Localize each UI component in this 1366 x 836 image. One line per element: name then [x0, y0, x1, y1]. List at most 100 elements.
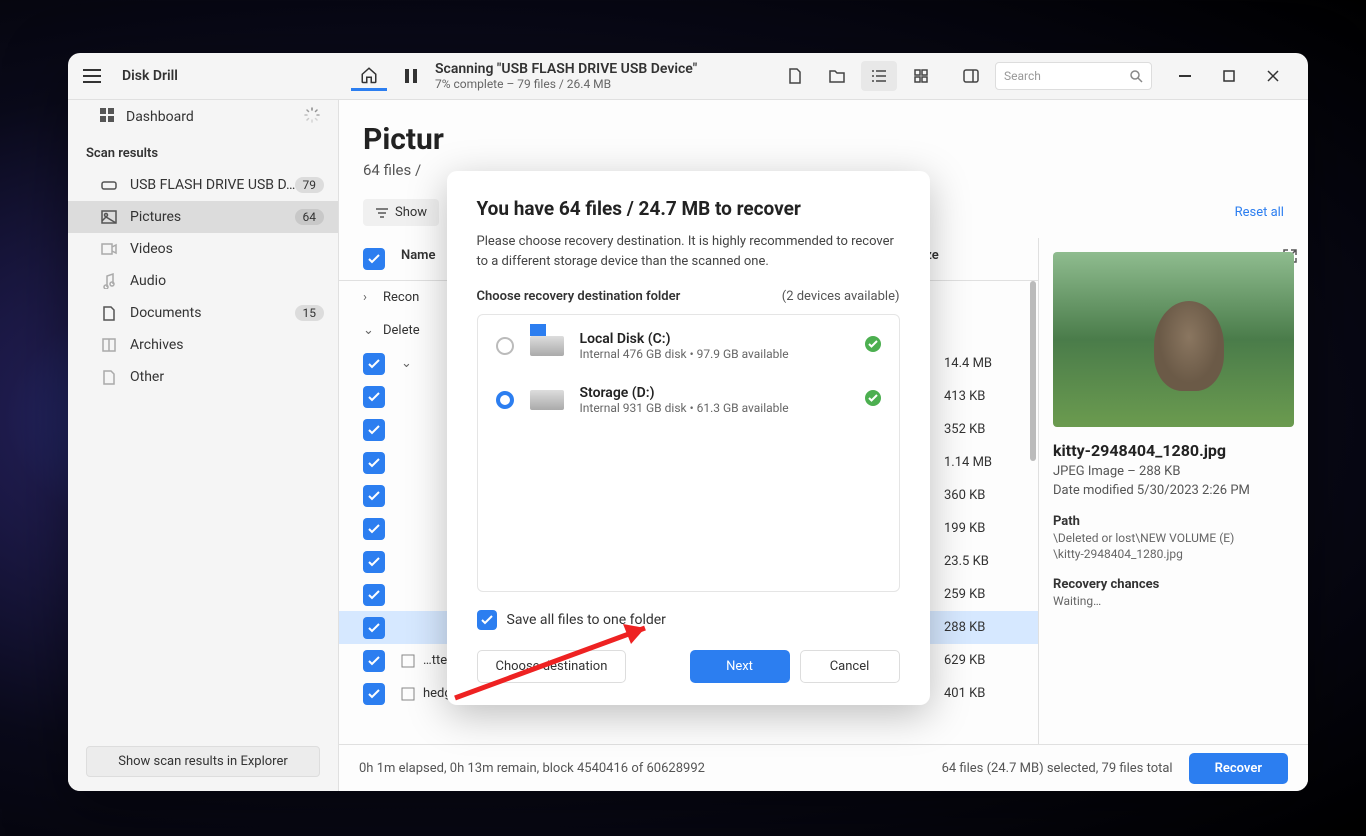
footer-summary: 64 files (24.7 MB) selected, 79 files to…: [942, 761, 1173, 776]
file-icon: [401, 687, 415, 701]
footer-elapsed: 0h 1m elapsed, 0h 13m remain, block 4540…: [359, 761, 705, 776]
dialog-buttons: Choose destination Next Cancel: [477, 650, 900, 683]
window-controls: [1170, 62, 1288, 90]
save-all-checkbox[interactable]: [477, 610, 497, 630]
destination-item[interactable]: Local Disk (C:)Internal 476 GB disk • 97…: [478, 319, 899, 373]
row-checkbox[interactable]: [363, 683, 385, 705]
destination-item[interactable]: Storage (D:)Internal 931 GB disk • 61.3 …: [478, 373, 899, 427]
sidebar-item-usb[interactable]: USB FLASH DRIVE USB D…79: [68, 169, 338, 201]
path-value: \kitty-2948404_1280.jpg: [1053, 547, 1294, 561]
app-title: Disk Drill: [122, 68, 345, 84]
save-all-label: Save all files to one folder: [507, 612, 666, 628]
preview-panel: kitty-2948404_1280.jpg JPEG Image – 288 …: [1038, 238, 1308, 744]
cell-size: 401 KB: [944, 686, 1014, 701]
filter-label: Show: [395, 205, 427, 220]
minimize-button[interactable]: [1170, 62, 1200, 90]
row-checkbox[interactable]: [363, 584, 385, 606]
cancel-button[interactable]: Cancel: [800, 650, 900, 683]
reset-all-link[interactable]: Reset all: [1235, 205, 1284, 220]
cell-size: 199 KB: [944, 521, 1014, 536]
recovery-value: Waiting…: [1053, 594, 1294, 608]
footer: 0h 1m elapsed, 0h 13m remain, block 4540…: [339, 744, 1308, 791]
preview-filename: kitty-2948404_1280.jpg: [1053, 441, 1294, 460]
radio-selected[interactable]: [496, 391, 514, 409]
hamburger-icon[interactable]: [68, 69, 116, 83]
document-icon: [100, 306, 118, 321]
show-in-explorer-button[interactable]: Show scan results in Explorer: [86, 746, 320, 777]
preview-meta: JPEG Image – 288 KB: [1053, 464, 1294, 479]
scrollbar[interactable]: [1030, 281, 1036, 461]
dashboard-label: Dashboard: [126, 109, 194, 125]
choose-label: Choose recovery destination folder: [477, 289, 681, 304]
path-value: \Deleted or lost\NEW VOLUME (E): [1053, 531, 1294, 545]
search-placeholder: Search: [1004, 69, 1130, 83]
file-icon[interactable]: [777, 61, 813, 91]
sidebar-item-archives[interactable]: Archives: [68, 329, 338, 361]
row-checkbox[interactable]: [363, 518, 385, 540]
dashboard-item[interactable]: Dashboard: [68, 100, 338, 134]
sidebar: Dashboard Scan results USB FLASH DRIVE U…: [68, 100, 339, 791]
dialog-description: Please choose recovery destination. It i…: [477, 232, 900, 271]
row-checkbox[interactable]: [363, 419, 385, 441]
archive-icon: [100, 338, 118, 352]
video-icon: [100, 243, 118, 255]
drive-icon: [530, 336, 564, 356]
group-label: Recon: [383, 290, 419, 305]
scan-subtitle: 7% complete – 79 files / 26.4 MB: [435, 77, 771, 91]
save-all-row[interactable]: Save all files to one folder: [477, 610, 900, 630]
preview-image: [1053, 252, 1294, 427]
folder-icon[interactable]: [819, 61, 855, 91]
radio-unselected[interactable]: [496, 337, 514, 355]
expand-icon[interactable]: ⌄: [401, 356, 421, 371]
app-window: Disk Drill Scanning "USB FLASH DRIVE USB…: [68, 53, 1308, 791]
file-icon: [401, 654, 415, 668]
row-checkbox[interactable]: [363, 353, 385, 375]
dialog-title: You have 64 files / 24.7 MB to recover: [477, 197, 900, 220]
show-filter[interactable]: Show: [363, 199, 439, 226]
cell-size: 23.5 KB: [944, 554, 1014, 569]
cell-size: 1.14 MB: [944, 455, 1014, 470]
sidebar-item-audio[interactable]: Audio: [68, 265, 338, 297]
filter-icon: [375, 208, 389, 218]
audio-icon: [100, 273, 118, 289]
next-button[interactable]: Next: [690, 650, 790, 683]
list-view-icon[interactable]: [861, 61, 897, 91]
sidebar-item-pictures[interactable]: Pictures 64: [68, 201, 338, 233]
destination-name: Local Disk (C:): [580, 331, 849, 347]
row-checkbox[interactable]: [363, 485, 385, 507]
expand-icon[interactable]: ⌄: [363, 323, 383, 338]
destination-meta: Internal 931 GB disk • 61.3 GB available: [580, 401, 849, 415]
row-checkbox[interactable]: [363, 617, 385, 639]
destination-meta: Internal 476 GB disk • 97.9 GB available: [580, 347, 849, 361]
check-ok-icon: [865, 336, 881, 356]
close-button[interactable]: [1258, 62, 1288, 90]
search-input[interactable]: Search: [995, 62, 1152, 90]
group-label: Delete: [383, 323, 420, 338]
row-checkbox[interactable]: [363, 386, 385, 408]
sidebar-badge: 79: [295, 177, 325, 193]
destination-name: Storage (D:): [580, 385, 849, 401]
grid-view-icon[interactable]: [903, 61, 939, 91]
home-tab[interactable]: [351, 61, 387, 91]
sidebar-item-videos[interactable]: Videos: [68, 233, 338, 265]
panel-icon[interactable]: [953, 61, 989, 91]
row-checkbox[interactable]: [363, 650, 385, 672]
sidebar-item-other[interactable]: Other: [68, 361, 338, 393]
maximize-button[interactable]: [1214, 62, 1244, 90]
sidebar-badge: 64: [295, 209, 325, 225]
sidebar-item-label: Pictures: [130, 209, 181, 225]
header-checkbox[interactable]: [363, 248, 401, 270]
recovery-label: Recovery chances: [1053, 577, 1294, 592]
choose-destination-button[interactable]: Choose destination: [477, 650, 627, 683]
row-checkbox[interactable]: [363, 551, 385, 573]
recover-button[interactable]: Recover: [1189, 753, 1288, 784]
cell-size: 352 KB: [944, 422, 1014, 437]
row-checkbox[interactable]: [363, 452, 385, 474]
picture-icon: [100, 210, 118, 224]
expand-icon[interactable]: ›: [363, 290, 383, 305]
check-ok-icon: [865, 390, 881, 410]
pause-icon[interactable]: [393, 61, 429, 91]
cell-size: 288 KB: [944, 620, 1014, 635]
sidebar-item-documents[interactable]: Documents15: [68, 297, 338, 329]
dashboard-icon: [100, 108, 114, 126]
